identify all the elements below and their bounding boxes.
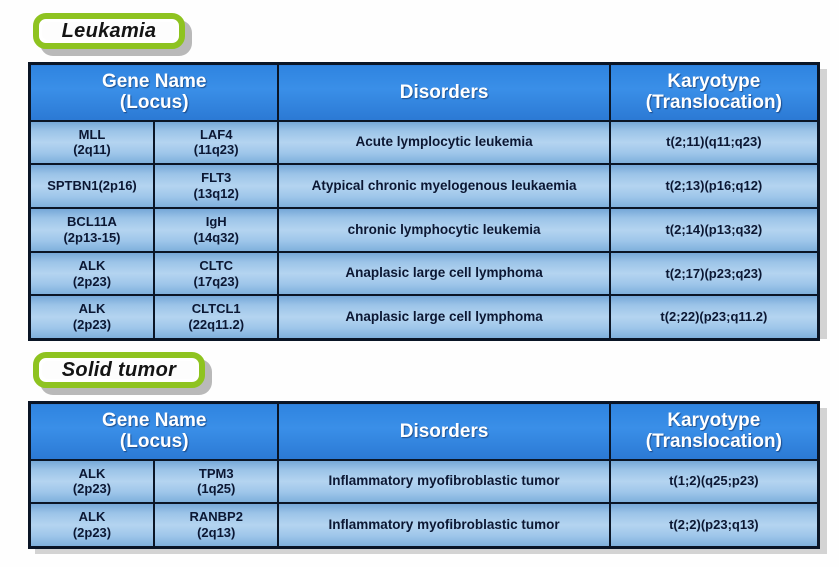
table-row: ALK (2p23) CLTC (17q23) Anaplasic large … <box>28 250 820 297</box>
header-gene-name-line2: (Locus) <box>119 431 189 453</box>
cell-karyotype: t(2;11)(q11;q23) <box>608 119 820 166</box>
cell-karyotype: t(2;13)(p16;q12) <box>608 163 820 209</box>
table-header-row: Gene Name (Locus) Disorders Karyotype (T… <box>28 401 820 461</box>
header-gene-name-line1: Gene Name <box>101 71 207 92</box>
cell-disorder: Inflammatory myofibroblastic tumor <box>277 502 611 549</box>
cell-gene-b: CLTC (17q23) <box>152 250 280 297</box>
cell-gene-b: LAF4 (11q23) <box>152 119 280 166</box>
cell-gene-a: ALK (2p23) <box>28 458 155 505</box>
cell-gene-b: TPM3 (1q25) <box>152 458 280 505</box>
cell-gene-a: ALK (2p23) <box>28 294 155 341</box>
cell-karyotype: t(2;14)(p13;q32) <box>608 206 820 253</box>
gene-b-locus: (11q23) <box>193 142 239 158</box>
cell-gene-a: ALK (2p23) <box>28 502 155 549</box>
header-gene-name: Gene Name (Locus) <box>28 401 280 461</box>
header-karyotype-line2: (Translocation) <box>645 92 782 114</box>
cell-karyotype: t(2;2)(p23;q13) <box>608 502 820 549</box>
cell-gene-b: CLTCL1 (22q11.2) <box>152 294 280 341</box>
gene-b-symbol: TPM3 <box>198 465 234 481</box>
cell-disorder: Atypical chronic myelogenous leukaemia <box>277 163 611 209</box>
gene-a-locus: (2p23) <box>72 317 112 333</box>
table-header-row: Gene Name (Locus) Disorders Karyotype (T… <box>28 62 820 122</box>
cell-karyotype: t(1;2)(q25;p23) <box>608 458 820 505</box>
cell-gene-b: RANBP2 (2q13) <box>152 502 280 549</box>
gene-b-symbol: IgH <box>205 213 227 229</box>
gene-a-symbol: ALK <box>78 257 106 273</box>
cell-gene-a: BCL11A (2p13-15) <box>28 206 155 253</box>
gene-b-locus: (13q12) <box>193 186 239 202</box>
gene-b-locus: (1q25) <box>197 481 236 497</box>
badge-label-leukamia: Leukamia <box>61 19 157 42</box>
badge-inner: Solid tumor <box>42 358 196 381</box>
cell-disorder: Inflammatory myofibroblastic tumor <box>277 458 611 505</box>
header-gene-name: Gene Name (Locus) <box>28 62 280 122</box>
cell-disorder: Acute lymplocytic leukemia <box>277 119 611 166</box>
gene-a-symbol: SPTBN1(2p16) <box>47 178 137 194</box>
gene-b-symbol: FLT3 <box>201 170 232 186</box>
gene-b-symbol: CLTC <box>199 257 234 273</box>
gene-a-locus: (2p23) <box>72 273 112 289</box>
table-row: BCL11A (2p13-15) IgH (14q32) chronic lym… <box>28 206 820 253</box>
header-gene-name-line2: (Locus) <box>119 92 189 114</box>
gene-b-symbol: LAF4 <box>199 126 233 142</box>
badge-frame: Solid tumor <box>33 352 205 388</box>
gene-b-locus: (22q11.2) <box>188 317 245 333</box>
table-row: SPTBN1(2p16) FLT3 (13q12) Atypical chron… <box>28 163 820 209</box>
slide-canvas: Leukamia Gene Name (Locus) Disorders Kar… <box>0 0 839 567</box>
gene-b-symbol: RANBP2 <box>189 509 243 525</box>
gene-a-symbol: ALK <box>78 301 106 317</box>
cell-disorder: chronic lymphocytic leukemia <box>277 206 611 253</box>
gene-b-locus: (14q32) <box>193 229 239 245</box>
gene-a-symbol: ALK <box>78 465 106 481</box>
gene-a-symbol: ALK <box>78 509 106 525</box>
section-badge-solid-tumor: Solid tumor <box>33 352 212 395</box>
cell-gene-b: IgH (14q32) <box>152 206 280 253</box>
badge-frame: Leukamia <box>33 13 185 49</box>
header-gene-name-line1: Gene Name <box>101 410 207 431</box>
badge-label-solid-tumor: Solid tumor <box>61 358 177 381</box>
header-karyotype: Karyotype (Translocation) <box>608 401 820 461</box>
cell-karyotype: t(2;17)(p23;q23) <box>608 250 820 297</box>
gene-a-locus: (2p23) <box>72 525 112 541</box>
gene-b-locus: (2q13) <box>197 525 236 541</box>
header-karyotype-line1: Karyotype <box>667 71 761 92</box>
section-badge-leukamia: Leukamia <box>33 13 192 56</box>
gene-a-locus: (2q11) <box>73 142 111 158</box>
header-disorders: Disorders <box>277 401 611 461</box>
header-karyotype-line2: (Translocation) <box>645 431 782 453</box>
cell-karyotype: t(2;22)(p23;q11.2) <box>608 294 820 341</box>
gene-a-locus: (2p23) <box>72 481 112 497</box>
gene-a-locus: (2p13-15) <box>63 229 121 245</box>
table-row: MLL (2q11) LAF4 (11q23) Acute lymplocyti… <box>28 119 820 166</box>
cell-gene-a: SPTBN1(2p16) <box>28 163 155 209</box>
header-karyotype: Karyotype (Translocation) <box>608 62 820 122</box>
solid-tumor-table: Gene Name (Locus) Disorders Karyotype (T… <box>28 401 820 549</box>
table-row: ALK (2p23) CLTCL1 (22q11.2) Anaplasic la… <box>28 294 820 341</box>
cell-gene-a: ALK (2p23) <box>28 250 155 297</box>
cell-gene-a: MLL (2q11) <box>28 119 155 166</box>
gene-a-symbol: BCL11A <box>67 213 117 229</box>
gene-a-symbol: MLL <box>78 126 106 142</box>
badge-inner: Leukamia <box>42 19 176 42</box>
table-row: ALK (2p23) TPM3 (1q25) Inflammatory myof… <box>28 458 820 505</box>
cell-disorder: Anaplasic large cell lymphoma <box>277 294 611 341</box>
header-disorders: Disorders <box>277 62 611 122</box>
gene-b-symbol: CLTCL1 <box>191 301 241 317</box>
gene-b-locus: (17q23) <box>193 273 239 289</box>
cell-gene-b: FLT3 (13q12) <box>152 163 280 209</box>
cell-disorder: Anaplasic large cell lymphoma <box>277 250 611 297</box>
leukamia-table: Gene Name (Locus) Disorders Karyotype (T… <box>28 62 820 342</box>
table-row: ALK (2p23) RANBP2 (2q13) Inflammatory my… <box>28 502 820 549</box>
header-karyotype-line1: Karyotype <box>667 410 761 431</box>
